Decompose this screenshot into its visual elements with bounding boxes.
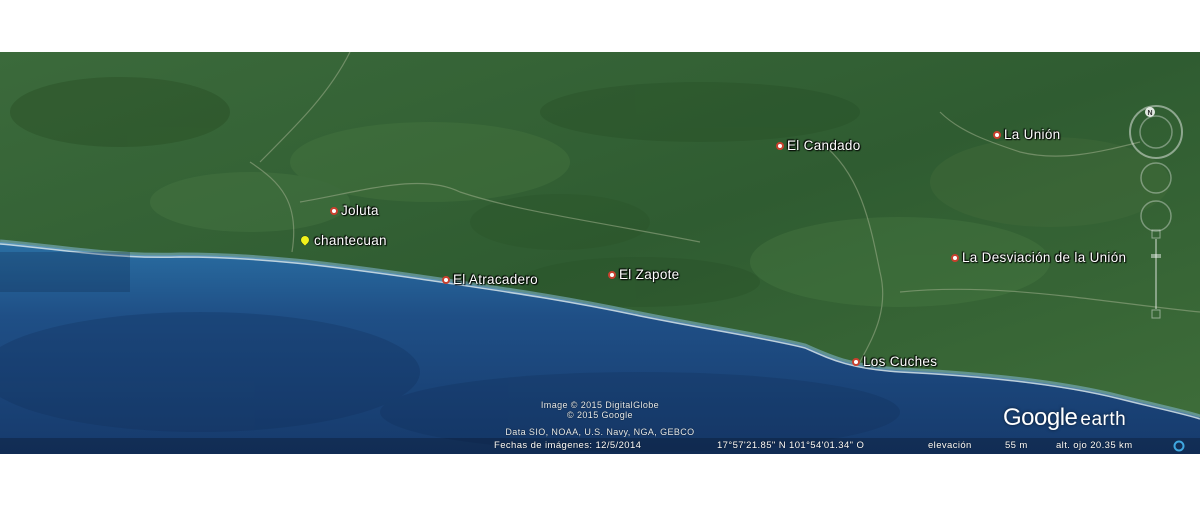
map-viewport[interactable]: Joluta chantecuan El Atracadero El Zapot… xyxy=(0,52,1200,454)
place-label: chantecuan xyxy=(314,233,387,248)
imagery-credits: Image © 2015 DigitalGlobe © 2015 Google xyxy=(500,400,700,420)
place-label: La Unión xyxy=(1004,127,1061,142)
place-label: Joluta xyxy=(341,203,379,218)
credit-line-3: Data SIO, NOAA, U.S. Navy, NGA, GEBCO xyxy=(505,427,695,437)
place-joluta[interactable]: Joluta xyxy=(330,203,379,218)
place-label: La Desviación de la Unión xyxy=(962,250,1127,265)
eye-altitude: alt. ojo 20.35 km xyxy=(1056,440,1133,451)
data-credits: Data SIO, NOAA, U.S. Navy, NGA, GEBCO xyxy=(440,427,760,437)
elevation-label: elevación xyxy=(928,440,972,451)
place-la-union[interactable]: La Unión xyxy=(993,127,1060,142)
place-el-zapote[interactable]: El Zapote xyxy=(608,267,679,282)
elevation-value: 55 m xyxy=(1005,440,1028,451)
place-pin-icon xyxy=(852,357,860,366)
place-pin-icon xyxy=(993,130,1001,139)
place-label: El Candado xyxy=(787,138,861,153)
logo-google-text: Google xyxy=(1003,404,1078,431)
compass-north-label: N xyxy=(1147,110,1152,117)
place-la-desviacion[interactable]: La Desviación de la Unión xyxy=(951,250,1126,265)
yellow-pushpin-icon xyxy=(299,235,311,247)
credit-line-2: © 2015 Google xyxy=(567,410,633,420)
move-joystick[interactable] xyxy=(1140,200,1172,232)
zoom-slider[interactable] xyxy=(1151,229,1161,319)
logo-earth-text: earth xyxy=(1080,409,1127,430)
streaming-status-icon xyxy=(1173,440,1185,452)
credit-line-1: Image © 2015 DigitalGlobe xyxy=(540,400,660,410)
place-label: El Atracadero xyxy=(453,272,538,287)
place-label: El Zapote xyxy=(619,267,680,282)
compass-ring[interactable]: N xyxy=(1129,105,1183,159)
place-pin-icon xyxy=(442,275,450,284)
cursor-coordinates: 17°57'21.85" N 101°54'01.34" O xyxy=(717,440,865,451)
place-pin-icon xyxy=(776,141,784,150)
google-earth-logo: Google earth xyxy=(1003,404,1126,432)
place-chantecuan[interactable]: chantecuan xyxy=(299,233,387,248)
place-pin-icon xyxy=(330,206,338,215)
imagery-date: Fechas de imágenes: 12/5/2014 xyxy=(494,440,642,451)
place-pin-icon xyxy=(608,270,616,279)
place-el-candado[interactable]: El Candado xyxy=(776,138,861,153)
place-los-cuches[interactable]: Los Cuches xyxy=(852,354,937,369)
look-joystick[interactable] xyxy=(1140,162,1172,194)
place-el-atracadero[interactable]: El Atracadero xyxy=(442,272,538,287)
place-label: Los Cuches xyxy=(863,354,938,369)
navigation-controls[interactable]: N xyxy=(1110,104,1200,344)
place-pin-icon xyxy=(951,253,959,262)
